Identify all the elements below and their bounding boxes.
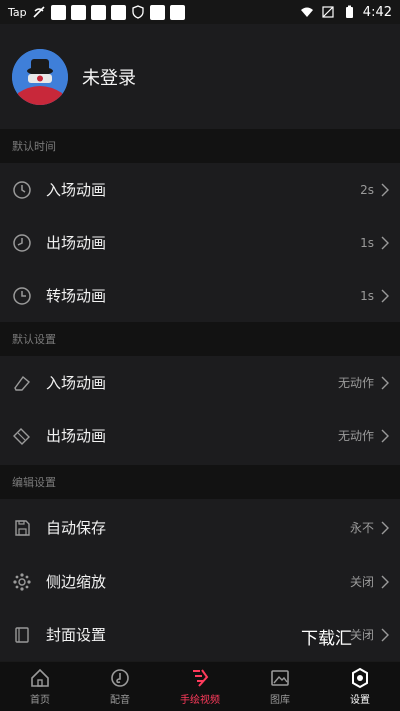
row-value: 1s [360, 288, 374, 303]
row-label: 入场动画 [46, 181, 107, 199]
row-label: 出场动画 [46, 427, 107, 445]
nav-label: 图库 [270, 695, 290, 706]
section-edit-settings: 编辑设置 [0, 465, 400, 499]
row-side-zoom[interactable]: 侧边缩放 关闭 [0, 555, 400, 608]
row-enter-animation[interactable]: 入场动画 2s [0, 163, 400, 216]
row-value: 永不 [349, 521, 374, 535]
row-value: 2s [360, 182, 374, 197]
profile-header[interactable]: 未登录 [0, 24, 400, 129]
chevron-right-icon [381, 289, 389, 302]
row-label: 侧边缩放 [46, 573, 107, 591]
nav-label: 设置 [350, 695, 370, 706]
row-label: 自动保存 [46, 519, 107, 537]
shield-icon [131, 5, 144, 19]
row-label: 出场动画 [46, 234, 107, 252]
home-icon [31, 668, 49, 687]
row-transition-animation[interactable]: 转场动画 1s [0, 269, 400, 322]
zoom-icon [13, 572, 31, 591]
nav-music[interactable]: 配音 [80, 662, 160, 711]
eraser-icon [14, 375, 30, 391]
section-default-time: 默认时间 [0, 129, 400, 163]
chevron-right-icon [381, 429, 389, 442]
clock-icon [13, 286, 31, 305]
carrier-label: Tap [8, 5, 27, 19]
notification-icon [50, 4, 66, 20]
battery-icon [345, 5, 353, 18]
chevron-right-icon [381, 575, 389, 588]
row-value: 无动作 [337, 429, 374, 443]
notification-icon [169, 4, 185, 20]
chevron-right-icon [381, 628, 389, 641]
muted-signal-icon [33, 6, 45, 18]
chevron-right-icon [381, 236, 389, 249]
row-default-enter-animation[interactable]: 入场动画 无动作 [0, 356, 400, 409]
no-signal-icon [322, 6, 334, 18]
chevron-right-icon [381, 521, 389, 534]
music-icon [111, 669, 129, 687]
row-exit-animation[interactable]: 出场动画 1s [0, 216, 400, 269]
nav-label: 首页 [30, 695, 50, 706]
section-default-settings: 默认设置 [0, 322, 400, 356]
row-label: 转场动画 [46, 287, 107, 305]
notification-icon [110, 4, 126, 20]
nav-gallery[interactable]: 图库 [240, 662, 320, 711]
eraser-icon [13, 427, 30, 445]
wifi-icon [300, 7, 313, 17]
row-label: 入场动画 [46, 374, 107, 392]
status-bar: Tap 4:42 [0, 0, 400, 24]
nav-home[interactable]: 首页 [0, 662, 80, 711]
save-icon [15, 519, 30, 536]
settings-icon [352, 667, 368, 689]
row-auto-save[interactable]: 自动保存 永不 [0, 501, 400, 554]
avatar-icon [12, 48, 68, 105]
draw-video-icon [193, 669, 209, 687]
nav-video[interactable]: 手绘视频 [160, 662, 240, 711]
row-label: 封面设置 [46, 626, 107, 644]
nav-label: 手绘视频 [180, 695, 220, 706]
chevron-right-icon [381, 183, 389, 196]
nav-settings[interactable]: 设置 [320, 662, 400, 711]
row-value: 关闭 [349, 575, 374, 589]
avatar[interactable] [12, 48, 68, 105]
row-value: 关闭 [349, 628, 374, 642]
row-value: 1s [360, 235, 374, 250]
clock-icon [13, 233, 31, 252]
chevron-right-icon [381, 376, 389, 389]
row-default-exit-animation[interactable]: 出场动画 无动作 [0, 409, 400, 462]
watermark: 下载汇 [301, 629, 352, 649]
cover-icon [15, 626, 29, 643]
username[interactable]: 未登录 [82, 64, 136, 90]
clock: 4:42 [362, 4, 392, 20]
nav-label: 配音 [110, 695, 130, 706]
gallery-icon [271, 670, 289, 686]
notification-icon [149, 4, 165, 20]
notification-icon [70, 4, 86, 20]
clock-icon [13, 180, 31, 199]
bottom-nav: 首页 配音 手绘视频 图库 设置 [0, 661, 400, 711]
row-value: 无动作 [337, 376, 374, 390]
notification-icon [90, 4, 106, 20]
